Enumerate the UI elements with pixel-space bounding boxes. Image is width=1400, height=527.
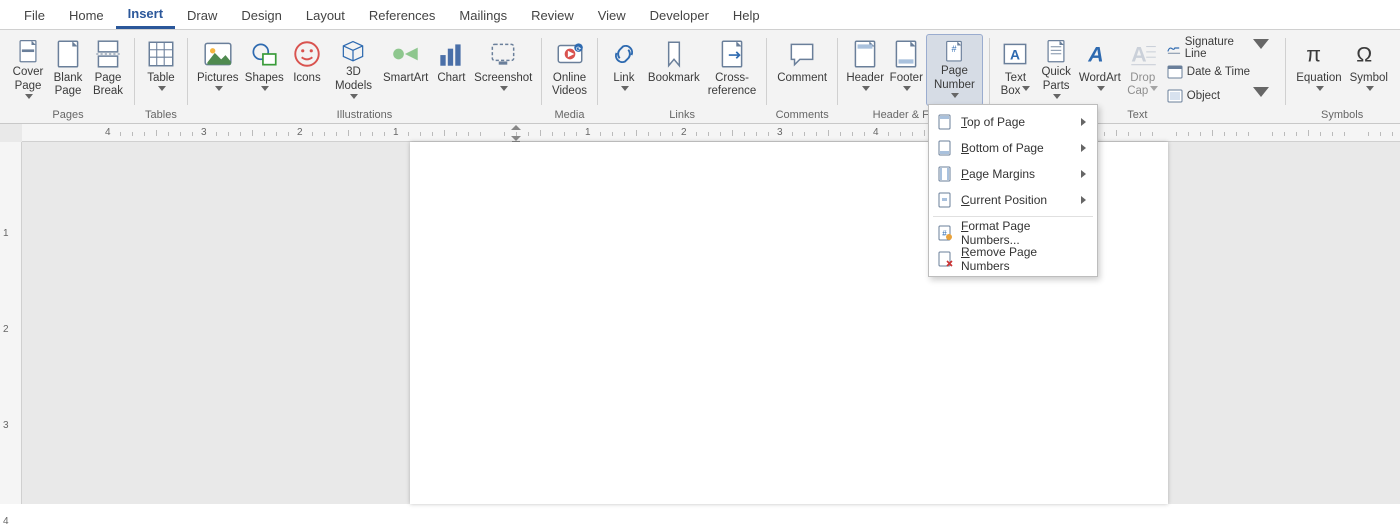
tab-design[interactable]: Design (229, 2, 293, 28)
signature-line-button[interactable]: Signature Line (1163, 38, 1274, 58)
menu-remove-page-numbers[interactable]: Remove Page Numbers (929, 246, 1097, 272)
screenshot-button[interactable]: Screenshot (471, 34, 535, 106)
table-button[interactable]: Table (141, 34, 181, 106)
chevron-down-icon (1316, 85, 1324, 98)
footer-button[interactable]: Footer (886, 34, 926, 106)
group-label: Illustrations (337, 109, 393, 123)
menu-label: emove Page Numbers (961, 245, 1037, 273)
tab-layout[interactable]: Layout (294, 2, 357, 28)
chevron-down-icon (350, 93, 358, 106)
tab-help[interactable]: Help (721, 2, 772, 28)
pictures-button[interactable]: Pictures (194, 34, 242, 106)
group-tables: Table Tables (135, 32, 187, 123)
tab-mailings[interactable]: Mailings (447, 2, 519, 28)
chevron-down-icon (862, 85, 870, 98)
page-break-button[interactable]: PageBreak (88, 34, 128, 106)
menu-format-page-numbers[interactable]: Format Page Numbers... (929, 220, 1097, 246)
chevron-right-icon (1081, 141, 1089, 155)
chevron-down-icon (500, 85, 508, 98)
tab-review[interactable]: Review (519, 2, 586, 28)
smartart-button[interactable]: SmartArt (380, 34, 431, 106)
chevron-right-icon (1081, 167, 1089, 181)
cover-page-button[interactable]: CoverPage (8, 34, 48, 106)
page-number-button[interactable]: PageNumber (926, 34, 982, 106)
chevron-down-icon (1097, 85, 1105, 98)
chevron-down-icon (1253, 39, 1269, 58)
vertical-ruler[interactable]: 1234 (0, 142, 22, 504)
3d-models-button[interactable]: 3DModels (327, 34, 380, 106)
tab-developer[interactable]: Developer (638, 2, 721, 28)
group-media: OnlineVideos Media (542, 32, 597, 123)
cross-reference-button[interactable]: Cross-reference (704, 34, 761, 106)
group-label: Tables (145, 109, 177, 123)
tab-file[interactable]: File (12, 2, 57, 28)
shapes-button[interactable]: Shapes (242, 34, 287, 106)
group-label: Links (669, 109, 695, 123)
horizontal-ruler[interactable]: 4321123456 (22, 124, 1400, 142)
icons-button[interactable]: Icons (287, 34, 327, 106)
chevron-down-icon (25, 93, 33, 106)
group-label: Media (555, 109, 585, 123)
tab-draw[interactable]: Draw (175, 2, 229, 28)
header-button[interactable]: Header (844, 34, 886, 106)
chevron-down-icon (1150, 85, 1158, 98)
tab-references[interactable]: References (357, 2, 447, 28)
chevron-right-icon (1081, 193, 1089, 207)
chevron-down-icon (1022, 85, 1030, 98)
drop-cap-button[interactable]: DropCap (1123, 34, 1163, 106)
bookmark-button[interactable]: Bookmark (644, 34, 704, 106)
chevron-down-icon (903, 85, 911, 98)
ribbon-insert: CoverPage BlankPage PageBreak Pages Tabl… (0, 30, 1400, 124)
group-label: Symbols (1321, 109, 1363, 123)
chart-button[interactable]: Chart (431, 34, 471, 106)
date-time-button[interactable]: Date & Time (1163, 62, 1274, 82)
menu-current-position[interactable]: Current Position (929, 187, 1097, 213)
symbol-button[interactable]: Symbol (1346, 34, 1392, 106)
group-label: Comments (776, 109, 829, 123)
online-videos-button[interactable]: OnlineVideos (548, 34, 591, 106)
group-symbols: Equation Symbol Symbols (1286, 32, 1398, 123)
tab-view[interactable]: View (586, 2, 638, 28)
chevron-down-icon (1366, 85, 1374, 98)
chevron-right-icon (1081, 115, 1089, 129)
comment-button[interactable]: Comment (773, 34, 831, 106)
menu-top-of-page[interactable]: Top of Page (929, 109, 1097, 135)
tab-home[interactable]: Home (57, 2, 116, 28)
chevron-down-icon (261, 85, 269, 98)
menu-bottom-of-page[interactable]: Bottom of Page (929, 135, 1097, 161)
menu-label: ormat Page Numbers... (961, 219, 1030, 247)
menu-label: age Margins (969, 167, 1035, 181)
ribbon-tabs: FileHomeInsertDrawDesignLayoutReferences… (0, 0, 1400, 30)
equation-button[interactable]: Equation (1292, 34, 1345, 106)
link-button[interactable]: Link (604, 34, 644, 106)
menu-page-margins[interactable]: Page Margins (929, 161, 1097, 187)
group-label: Pages (52, 109, 83, 123)
blank-page-button[interactable]: BlankPage (48, 34, 88, 106)
chevron-down-icon (621, 85, 629, 98)
quick-parts-button[interactable]: QuickParts (1035, 34, 1076, 106)
tab-insert[interactable]: Insert (116, 0, 175, 29)
group-label: Text (1127, 109, 1147, 123)
wordart-button[interactable]: WordArt (1077, 34, 1123, 106)
group-pages: CoverPage BlankPage PageBreak Pages (2, 32, 134, 123)
group-comments: Comment Comments (767, 32, 837, 123)
page-number-menu: Top of Page Bottom of Page Page Margins … (928, 104, 1098, 277)
document-workspace: 4321123456 1234 (0, 124, 1400, 504)
text-box-button[interactable]: TextBox (995, 34, 1035, 106)
menu-label: ottom of Page (969, 141, 1044, 155)
object-button[interactable]: Object (1163, 86, 1274, 106)
group-links: Link Bookmark Cross-reference Links (598, 32, 766, 123)
chevron-down-icon (158, 85, 166, 98)
chevron-down-icon (215, 85, 223, 98)
menu-label: urrent Position (970, 193, 1047, 207)
group-illustrations: Pictures Shapes Icons 3DModels SmartArt … (188, 32, 541, 123)
chevron-down-icon (1253, 87, 1269, 106)
menu-label: op of Page (967, 115, 1025, 129)
